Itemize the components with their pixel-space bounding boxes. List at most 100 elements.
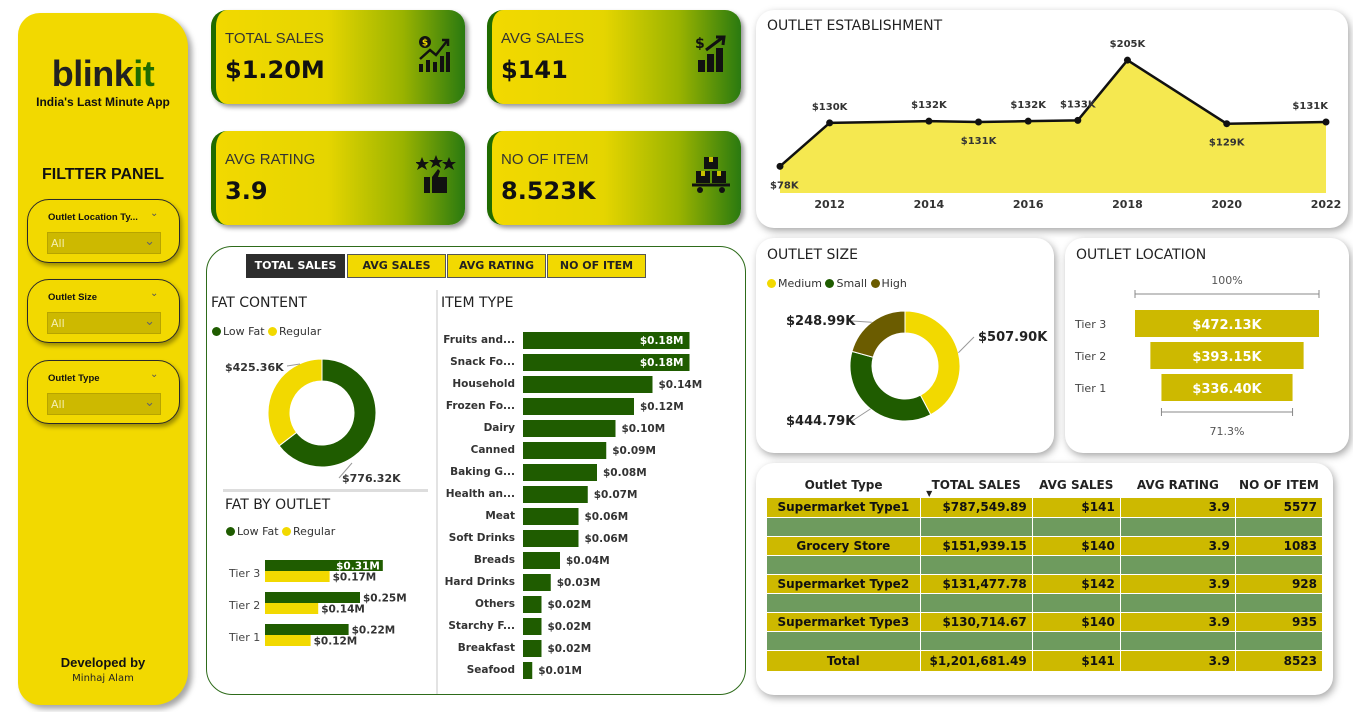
slicer-label: Outlet Size [48, 292, 98, 303]
boxes-cart-icon [692, 157, 730, 193]
data-label: $425.36K [225, 361, 284, 374]
blinkit-logo: blinkit [51, 53, 155, 94]
cell-avg-sales: $141 [1032, 650, 1121, 672]
slicer-label: Outlet Location Ty... [48, 212, 138, 223]
outlet-type-table-card: Outlet Type TOTAL SALES ▼ AVG SALES AVG R… [756, 463, 1333, 695]
kpi-value: $141 [501, 56, 568, 84]
data-label: $0.10M [622, 423, 666, 435]
cell-outlet-type: Supermarket Type3 [767, 612, 921, 632]
legend-item-regular[interactable]: Regular [282, 525, 335, 538]
data-point [925, 117, 933, 125]
legend-item-regular[interactable]: Regular [268, 325, 321, 338]
outlet-location-dropdown[interactable]: All ⌄ [47, 232, 161, 254]
kpi-title: TOTAL SALES [225, 30, 324, 47]
data-label: $0.02M [548, 643, 592, 655]
table-spacer-row [767, 555, 1324, 575]
outlet-size-dropdown[interactable]: All ⌄ [47, 312, 161, 334]
cell-total-sales: $787,549.89 [920, 498, 1033, 518]
outlet-size-slicer[interactable]: Outlet Size ⌄ All ⌄ [27, 279, 180, 343]
fat-content-donut: $776.32K $425.36K [225, 358, 401, 485]
outlet-type-slicer[interactable]: Outlet Type ⌄ All ⌄ [27, 360, 180, 424]
dollar-bars-icon: $ [695, 35, 726, 72]
cell-avg-rating: 3.9 [1120, 612, 1236, 632]
data-label: $0.09M [612, 445, 656, 457]
developer-name: Minhaj Alam [72, 673, 134, 684]
data-label: $133K [1060, 99, 1097, 110]
kpi-total-sales: TOTAL SALES $1.20M $ [211, 10, 465, 104]
data-point [776, 162, 784, 170]
x-tick-label: 2018 [1112, 198, 1143, 211]
column-header-avg-sales[interactable]: AVG SALES [1032, 472, 1121, 498]
thumbs-up-stars-icon [416, 155, 456, 193]
table-row[interactable]: Grocery Store $151,939.15 $140 3.9 1083 [767, 536, 1324, 556]
bar [523, 376, 653, 393]
x-tick-label: 2014 [914, 198, 945, 211]
category-label: Tier 2 [228, 599, 260, 612]
table-spacer-row [767, 593, 1324, 613]
data-label: $0.22M [352, 625, 396, 637]
kpi-value: 8.523K [501, 177, 596, 205]
data-label: $0.25M [363, 593, 407, 605]
tab-no-of-item[interactable]: NO OF ITEM [547, 254, 646, 278]
table-row[interactable]: Supermarket Type1 $787,549.89 $141 3.9 5… [767, 498, 1324, 518]
bar-regular [265, 603, 319, 614]
column-header-no-of-item[interactable]: NO OF ITEM [1235, 472, 1323, 498]
cell-avg-sales: $141 [1032, 498, 1121, 518]
sort-desc-icon[interactable]: ▼ [926, 489, 932, 498]
fat-content-legend: Low Fat Regular [212, 325, 321, 338]
bar [523, 640, 542, 657]
cell-total-sales: $131,477.78 [920, 574, 1033, 594]
legend-item-medium[interactable]: Medium [767, 277, 822, 290]
data-label: $0.07M [594, 489, 638, 501]
category-label: Soft Drinks [449, 532, 515, 544]
data-label: $472.13K [1192, 318, 1262, 333]
outlet-type-dropdown[interactable]: All ⌄ [47, 393, 161, 415]
data-point [1322, 118, 1330, 126]
tab-avg-rating[interactable]: AVG RATING [447, 254, 546, 278]
legend-item-high[interactable]: High [870, 277, 907, 290]
column-header-avg-rating[interactable]: AVG RATING [1120, 472, 1236, 498]
legend-item-low-fat[interactable]: Low Fat [212, 325, 265, 338]
chevron-down-icon: ⌄ [144, 314, 155, 329]
svg-text:$: $ [695, 36, 705, 52]
table-row[interactable]: Supermarket Type2 $131,477.78 $142 3.9 9… [767, 574, 1324, 594]
bar [523, 596, 542, 613]
data-label: $0.12M [640, 401, 684, 413]
chevron-down-icon: ⌄ [144, 234, 155, 249]
cell-avg-rating: 3.9 [1120, 650, 1236, 672]
tab-total-sales[interactable]: TOTAL SALES [246, 254, 345, 278]
data-label: $507.90K [978, 330, 1048, 345]
data-label: $131K [1292, 101, 1329, 112]
data-label: $248.99K [786, 314, 856, 329]
cell-total-label: Total [767, 650, 921, 672]
filter-sidebar: blinkit India's Last Minute App FILTTER … [18, 13, 188, 705]
table-row[interactable]: Supermarket Type3 $130,714.67 $140 3.9 9… [767, 612, 1324, 632]
tab-avg-sales[interactable]: AVG SALES [347, 254, 446, 278]
table-header-row: Outlet Type TOTAL SALES ▼ AVG SALES AVG R… [767, 472, 1323, 498]
kpi-value: $1.20M [225, 56, 325, 84]
outlet-location-slicer[interactable]: Outlet Location Ty... ⌄ All ⌄ [27, 199, 180, 263]
chevron-down-icon[interactable]: ⌄ [150, 369, 158, 380]
cell-total-sales: $130,714.67 [920, 612, 1033, 632]
bar-low-fat [265, 592, 360, 603]
column-header-outlet-type[interactable]: Outlet Type [767, 472, 921, 498]
data-label: $0.03M [557, 577, 601, 589]
legend-item-small[interactable]: Small [825, 277, 867, 290]
cell-no-of-item: 935 [1235, 612, 1324, 632]
category-label: Household [452, 378, 515, 390]
chevron-down-icon[interactable]: ⌄ [150, 208, 158, 219]
legend-item-low-fat[interactable]: Low Fat [226, 525, 279, 538]
column-header-total-sales[interactable]: TOTAL SALES ▼ [920, 472, 1033, 498]
data-point [1074, 116, 1082, 124]
chevron-down-icon[interactable]: ⌄ [150, 288, 158, 299]
sales-chart-icon: $ [419, 36, 450, 72]
bar [523, 618, 542, 635]
cell-total-sales: $151,939.15 [920, 536, 1033, 556]
category-label: Health an... [446, 488, 515, 500]
category-label: Frozen Fo... [446, 400, 515, 412]
outlet-establishment-chart: $78K $130K $132K $131K $132K $133K $205K $129K $… [770, 40, 1341, 211]
x-tick-label: 2012 [814, 198, 845, 211]
fat-by-outlet-legend: Low Fat Regular [226, 525, 335, 538]
funnel-bottom-bracket [1160, 408, 1294, 416]
data-label: $444.79K [786, 414, 856, 429]
